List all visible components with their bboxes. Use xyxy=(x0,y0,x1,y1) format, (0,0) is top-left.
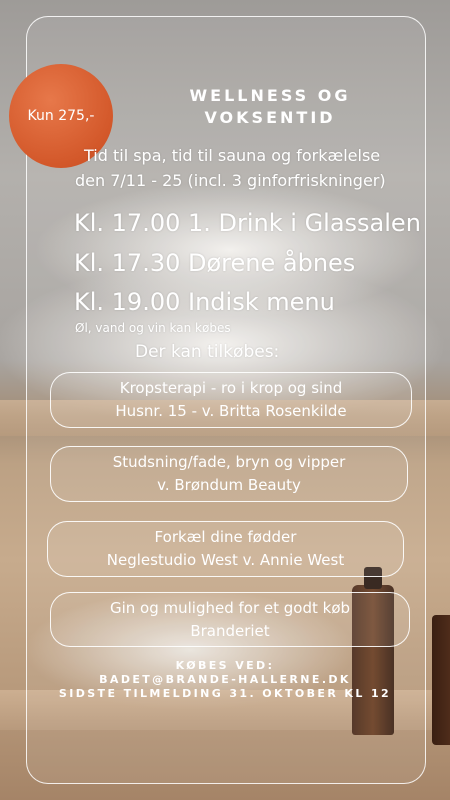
title-line-1: WELLNESS OG xyxy=(189,86,351,105)
extra-provider: Husnr. 15 - v. Britta Rosenkilde xyxy=(115,402,347,420)
schedule-item: Kl. 17.00 1. Drink i Glassalen xyxy=(74,209,421,237)
extra-provider: v. Brøndum Beauty xyxy=(157,476,301,494)
footer-email: BADET@BRANDE-HALLERNE.DK xyxy=(99,673,351,686)
extra-title: Forkæl dine fødder xyxy=(154,528,297,546)
title-line-2: VOKSENTID xyxy=(204,108,336,127)
extra-item-gin: Gin og mulighed for et godt køb Branderi… xyxy=(50,592,410,647)
extra-provider: Branderiet xyxy=(190,621,270,640)
extra-provider: Neglestudio West v. Annie West xyxy=(106,551,345,569)
intro-line-2: den 7/11 - 25 (incl. 3 ginforfriskninger… xyxy=(75,171,386,190)
schedule-item: Kl. 19.00 Indisk menu xyxy=(74,288,335,316)
footer-buy-label: KØBES VED: xyxy=(175,659,275,672)
intro-line-1: Tid til spa, tid til sauna og forkælelse xyxy=(84,146,381,165)
extra-title: Kropsterapi - ro i krop og sind xyxy=(119,379,343,397)
drinks-note: Øl, vand og vin kan købes xyxy=(75,321,231,335)
price-text: Kun 275,- xyxy=(27,108,95,124)
extra-item-kropsterapi: Kropsterapi - ro i krop og sind Husnr. 1… xyxy=(50,372,412,428)
extra-title: Gin og mulighed for et godt køb xyxy=(109,598,351,617)
extras-heading: Der kan tilkøbes: xyxy=(135,342,280,362)
footer-deadline: SIDSTE TILMELDING 31. OKTOBER KL 12 xyxy=(58,687,392,700)
extra-item-beauty: Studsning/fade, bryn og vipper v. Brøndu… xyxy=(50,446,408,502)
extra-item-feet: Forkæl dine fødder Neglestudio West v. A… xyxy=(47,521,404,577)
extra-title: Studsning/fade, bryn og vipper xyxy=(112,453,346,471)
schedule-item: Kl. 17.30 Dørene åbnes xyxy=(74,249,356,277)
